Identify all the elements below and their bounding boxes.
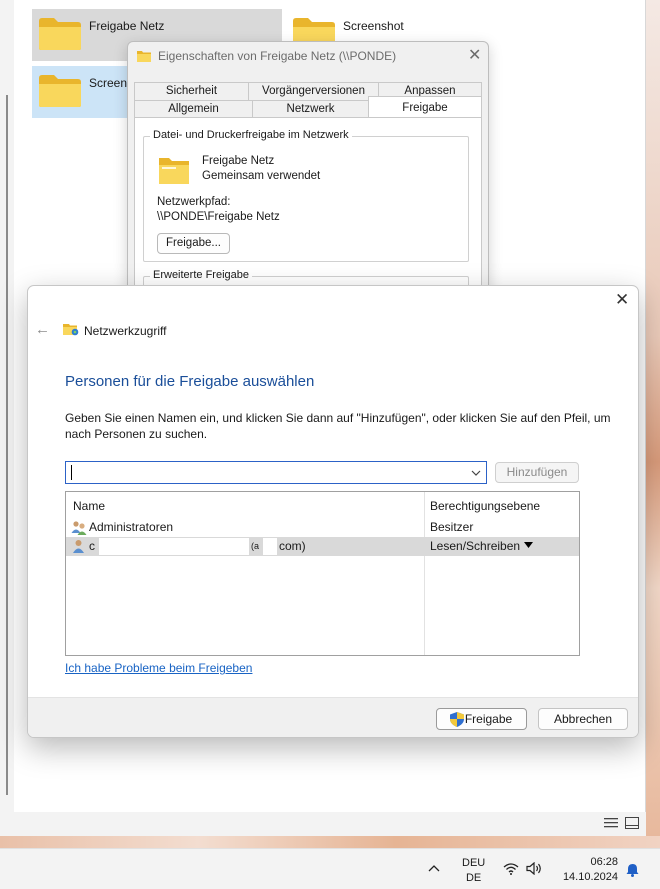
network-share-icon [63, 324, 79, 336]
chevron-down-icon[interactable] [470, 467, 482, 479]
tiles-view-icon[interactable] [625, 817, 639, 829]
wizard-title: Netzwerkzugriff [84, 324, 167, 338]
keyboard-layout: DE [465, 872, 482, 884]
share-button-label: Freigabe [464, 712, 513, 726]
column-divider [424, 492, 425, 655]
share-button[interactable]: Freigabe... [157, 233, 230, 254]
user-icon [73, 540, 84, 553]
group-icon [71, 521, 87, 535]
file-sharing-group: Datei- und Druckerfreigabe im Netzwerk F… [143, 129, 469, 262]
folder-tile-screens[interactable]: Screens [32, 66, 133, 118]
tab-netzwerk[interactable]: Netzwerk [252, 100, 368, 118]
taskbar: DEU DE 06:28 14.10.2024 [0, 848, 660, 889]
folder-name: Freigabe Netz [202, 155, 275, 167]
language-code: DEU [462, 857, 486, 869]
user-name-mid: (a [251, 541, 260, 551]
network-path-label: Netzwerkpfad: [157, 196, 231, 208]
permission-level: Besitzer [430, 520, 474, 534]
shared-folder-icon [159, 158, 189, 184]
column-header-permission[interactable]: Berechtigungsebene [430, 499, 540, 513]
instruction-text: Geben Sie einen Namen ein, und klicken S… [65, 411, 611, 441]
tab-vorgaengerversionen[interactable]: Vorgängerversionen [248, 82, 378, 100]
details-view-icon[interactable] [604, 817, 618, 829]
desktop-wallpaper-strip [0, 836, 660, 848]
cancel-button[interactable]: Abbrechen [538, 708, 628, 730]
dialog-title: Eigenschaften von Freigabe Netz (\\PONDE… [158, 49, 397, 63]
scrollbar[interactable] [6, 95, 8, 795]
text-cursor [71, 465, 72, 480]
sharing-help-link[interactable]: Ich habe Probleme beim Freigeben [65, 661, 252, 675]
user-name-prefix: c [89, 539, 95, 553]
folder-icon [39, 18, 81, 50]
system-clock[interactable]: 06:28 14.10.2024 [560, 855, 618, 885]
list-item-user[interactable]: c (a com) Lesen/Schreiben [66, 537, 579, 556]
tab-panel-freigabe: Datei- und Druckerfreigabe im Netzwerk F… [134, 117, 482, 316]
group-legend: Datei- und Druckerfreigabe im Netzwerk [150, 129, 352, 141]
network-access-dialog: ✕ ← Netzwerkzugriff Personen für die Fre… [27, 285, 639, 738]
volume-icon[interactable] [526, 862, 544, 875]
redacted-region [263, 538, 277, 555]
navigation-pane [0, 0, 14, 812]
status-bar [0, 812, 646, 836]
input-language-indicator[interactable]: DEU DE [462, 856, 485, 886]
page-heading: Personen für die Freigabe auswählen [65, 373, 315, 390]
add-button[interactable]: Hinzufügen [495, 462, 579, 483]
permission-level: Lesen/Schreiben [430, 539, 521, 553]
share-status: Gemeinsam verwendet [202, 170, 321, 182]
notification-bell-icon[interactable] [626, 863, 639, 877]
group-legend: Erweiterte Freigabe [150, 269, 252, 281]
folder-icon [39, 75, 81, 107]
desktop-wallpaper [646, 0, 660, 840]
user-name-suffix: com) [279, 539, 306, 553]
properties-dialog: Eigenschaften von Freigabe Netz (\\PONDE… [127, 41, 489, 316]
list-item-administratoren[interactable]: Administratoren Besitzer [66, 518, 579, 537]
back-arrow-icon[interactable]: ← [35, 321, 50, 338]
column-header-name[interactable]: Name [73, 499, 105, 513]
tab-freigabe[interactable]: Freigabe [368, 96, 482, 118]
clock-time: 06:28 [590, 856, 618, 868]
chevron-up-icon[interactable] [428, 861, 440, 875]
permissions-list: Name Berechtigungsebene Administratoren … [65, 491, 580, 656]
user-name-combobox[interactable] [65, 461, 487, 484]
close-icon[interactable]: ✕ [468, 45, 481, 65]
tab-sicherheit[interactable]: Sicherheit [134, 82, 248, 100]
uac-shield-icon [450, 712, 464, 727]
redacted-region [99, 538, 249, 555]
share-button[interactable]: Freigabe [436, 708, 527, 730]
folder-name: Screenshot [343, 19, 404, 33]
tab-allgemein[interactable]: Allgemein [134, 100, 252, 118]
wifi-icon[interactable] [503, 862, 519, 875]
network-path: \\PONDE\Freigabe Netz [157, 211, 280, 223]
dialog-footer: Freigabe Abbrechen [28, 697, 638, 737]
folder-name: Freigabe Netz [89, 19, 165, 33]
close-icon[interactable]: ✕ [615, 290, 629, 310]
clock-date: 14.10.2024 [562, 871, 618, 883]
dropdown-arrow-icon[interactable] [524, 542, 533, 549]
folder-icon [137, 51, 151, 62]
user-name: Administratoren [89, 520, 174, 534]
